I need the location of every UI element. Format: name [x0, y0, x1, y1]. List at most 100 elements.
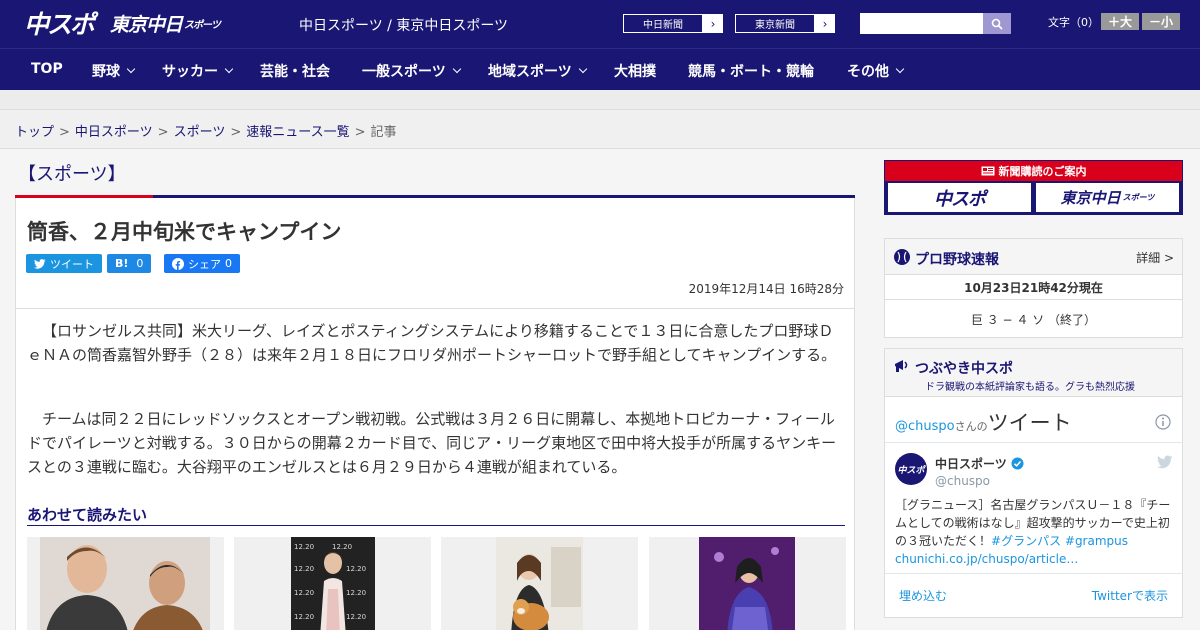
view-on-twitter-link[interactable]: Twitterで表示 — [1092, 587, 1168, 604]
baseball-game-score[interactable]: 巨 ３ − ４ ソ （終了） — [885, 301, 1182, 337]
tweet-account-name[interactable]: 中日スポーツ — [935, 455, 1024, 472]
tweet-hashtags[interactable]: #グランパス #grampus — [991, 534, 1128, 548]
tweets-handle-link[interactable]: @chuspo — [895, 419, 955, 434]
nav-item-local-sports[interactable]: 地域スポーツ — [488, 61, 587, 81]
chevron-down-icon — [224, 64, 234, 74]
tokyo-chunichi-logo[interactable]: 東京中日 スポーツ — [110, 6, 221, 40]
baseball-scores-widget: プロ野球速報 詳細 > 10月23日21時42分現在 巨 ３ − ４ ソ （終了… — [884, 238, 1183, 338]
twitter-widget-subtitle: ドラ観戦の本紙評論家も語る。グラも熱烈応援 — [925, 382, 1135, 393]
font-size-label: 文字（0） — [1048, 16, 1099, 29]
svg-text:12.20: 12.20 — [294, 613, 314, 621]
related-photo-star-wars-premiere: 12.20 12.20 12.20 12.20 12.20 12.20 12.20 12… — [291, 537, 375, 630]
article-title: 筒香、２月中旬米でキャンプイン — [27, 220, 342, 244]
spacer-strip — [0, 90, 1200, 110]
related-articles-underline — [27, 525, 845, 526]
nav-item-baseball[interactable]: 野球 — [92, 61, 136, 81]
chevron-right-icon: › — [822, 16, 828, 31]
baseball-details-link[interactable]: 詳細 > — [1136, 249, 1174, 266]
svg-text:12.20: 12.20 — [294, 565, 314, 573]
related-article-thumb[interactable] — [27, 537, 224, 630]
chunichi-shimbun-link[interactable]: 中日新聞 › — [622, 13, 724, 34]
svg-text:12.20: 12.20 — [346, 565, 366, 573]
main-nav: TOP 野球 サッカー 芸能・社会 一般スポーツ 地域スポーツ 大相撲 競馬・ボ… — [0, 48, 1200, 90]
tweet-button[interactable]: ツイート — [26, 254, 102, 273]
chuspo-logo[interactable]: 中スポ — [24, 6, 95, 40]
article-divider — [16, 308, 854, 309]
article-date: 2019年12月14日 16時28分 — [688, 282, 844, 296]
newspaper-icon — [981, 166, 994, 176]
tweet-account-handle[interactable]: @chuspo — [935, 474, 990, 488]
related-photo-woman-with-dog — [496, 537, 583, 630]
related-articles-title: あわせて読みたい — [27, 506, 148, 524]
twitter-widget-header: つぶやき中スポ ドラ観戦の本紙評論家も語る。グラも熱烈応援 — [885, 349, 1182, 397]
breadcrumb: トップ > 中日スポーツ > スポーツ > 速報ニュース一覧 > 記事 — [15, 125, 397, 140]
font-smaller-button[interactable]: －小 — [1142, 13, 1180, 30]
baseball-icon — [894, 249, 910, 265]
nav-item-entertainment[interactable]: 芸能・社会 — [260, 61, 330, 81]
svg-text:12.20: 12.20 — [332, 543, 352, 551]
svg-text:12.20: 12.20 — [346, 589, 366, 597]
site-title: 中日スポーツ / 東京中日スポーツ — [299, 18, 509, 34]
tokyo-shimbun-link[interactable]: 東京新聞 › — [734, 13, 836, 34]
subscription-banner[interactable]: 新聞購読のご案内 中スポ 東京中日 スポーツ — [884, 160, 1183, 215]
related-article-thumb[interactable]: 12.20 12.20 12.20 12.20 12.20 12.20 12.20 12… — [234, 537, 431, 630]
nav-item-other[interactable]: その他 — [847, 61, 905, 81]
related-article-thumb[interactable] — [441, 537, 638, 630]
article-paragraph: チームは同２２日にレッドソックスとオープン戦初戦。公式戦は３月２６日に開幕し、本… — [27, 410, 837, 476]
subscribe-tokyo-chunichi-logo[interactable]: 東京中日 スポーツ — [1036, 183, 1179, 212]
tweets-heading: @chuspoさんのツイート — [895, 411, 1072, 435]
breadcrumb-link-top[interactable]: トップ — [15, 125, 54, 140]
avatar[interactable]: 中スポ — [895, 453, 927, 485]
facebook-share-button[interactable]: シェア 0 — [164, 254, 240, 273]
baseball-as-of: 10月23日21時42分現在 — [885, 276, 1182, 300]
twitter-widget-title: つぶやき中スポ — [915, 361, 1013, 377]
baseball-widget-header: プロ野球速報 詳細 > — [885, 239, 1182, 275]
megaphone-icon — [895, 360, 908, 372]
article-body: 筒香、２月中旬米でキャンプイン ツイート B! 0 シェア 0 2019年12月… — [15, 198, 855, 630]
baseball-widget-title: プロ野球速報 — [915, 252, 999, 268]
info-icon[interactable] — [1155, 414, 1171, 430]
svg-text:12.20: 12.20 — [294, 543, 314, 551]
chevron-down-icon — [578, 64, 587, 74]
hatena-count: 0 — [136, 257, 144, 270]
breadcrumb-link-news-list[interactable]: 速報ニュース一覧 — [246, 125, 349, 140]
breadcrumb-current: 記事 — [370, 125, 397, 140]
tweet-footer-divider — [885, 573, 1182, 574]
breadcrumb-link-chunichi-sports[interactable]: 中日スポーツ — [75, 125, 153, 140]
article-paragraph: 【ロサンゼルス共同】米大リーグ、レイズとポスティングシステムにより移籍することで… — [27, 322, 837, 364]
nav-item-general-sports[interactable]: 一般スポーツ — [362, 61, 461, 81]
hatena-icon: B! — [115, 257, 129, 270]
twitter-bird-icon[interactable] — [1157, 455, 1173, 469]
nav-item-keiba[interactable]: 競馬・ボート・競輪 — [688, 61, 814, 81]
twitter-widget: つぶやき中スポ ドラ観戦の本紙評論家も語る。グラも熱烈応援 @chuspoさんの… — [884, 348, 1183, 618]
chevron-down-icon — [452, 64, 461, 74]
nav-item-soccer[interactable]: サッカー — [162, 61, 234, 81]
twitter-bird-icon — [34, 258, 46, 269]
search-button[interactable] — [983, 13, 1011, 34]
article-category: 【スポーツ】 — [18, 164, 126, 185]
related-article-thumb[interactable] — [649, 537, 846, 630]
subscription-header: 新聞購読のご案内 — [885, 161, 1182, 181]
search-input[interactable] — [860, 13, 983, 34]
font-bigger-button[interactable]: ＋大 — [1101, 13, 1139, 30]
facebook-icon — [172, 257, 184, 270]
tweet-divider — [885, 442, 1182, 443]
svg-text:12.20: 12.20 — [346, 613, 366, 621]
svg-text:12.20: 12.20 — [294, 589, 314, 597]
search-icon — [991, 18, 1003, 30]
hatena-bookmark-button[interactable]: B! 0 — [107, 254, 152, 273]
nav-item-top[interactable]: TOP — [31, 61, 63, 77]
embed-link[interactable]: 埋め込む — [899, 587, 947, 604]
verified-badge-icon — [1011, 457, 1024, 470]
tweet-link[interactable]: chunichi.co.jp/chuspo/article… — [895, 552, 1078, 566]
tweet-text: ［グラニュース］名古屋グランパスＵ－１８『チームとしての戦術はなし』超攻撃的サッ… — [895, 498, 1171, 566]
chevron-right-icon: › — [710, 16, 716, 31]
breadcrumb-link-sports[interactable]: スポーツ — [174, 125, 226, 140]
chevron-down-icon — [895, 64, 905, 74]
related-photo-two-men — [40, 537, 210, 630]
nav-item-sumo[interactable]: 大相撲 — [614, 61, 656, 81]
related-photo-stage-performer — [699, 537, 795, 630]
top-header: 中スポ 東京中日 スポーツ 中日スポーツ / 東京中日スポーツ 中日新聞 › 東… — [0, 0, 1200, 48]
facebook-count: 0 — [225, 257, 232, 270]
subscribe-chuspo-logo[interactable]: 中スポ — [888, 183, 1031, 212]
